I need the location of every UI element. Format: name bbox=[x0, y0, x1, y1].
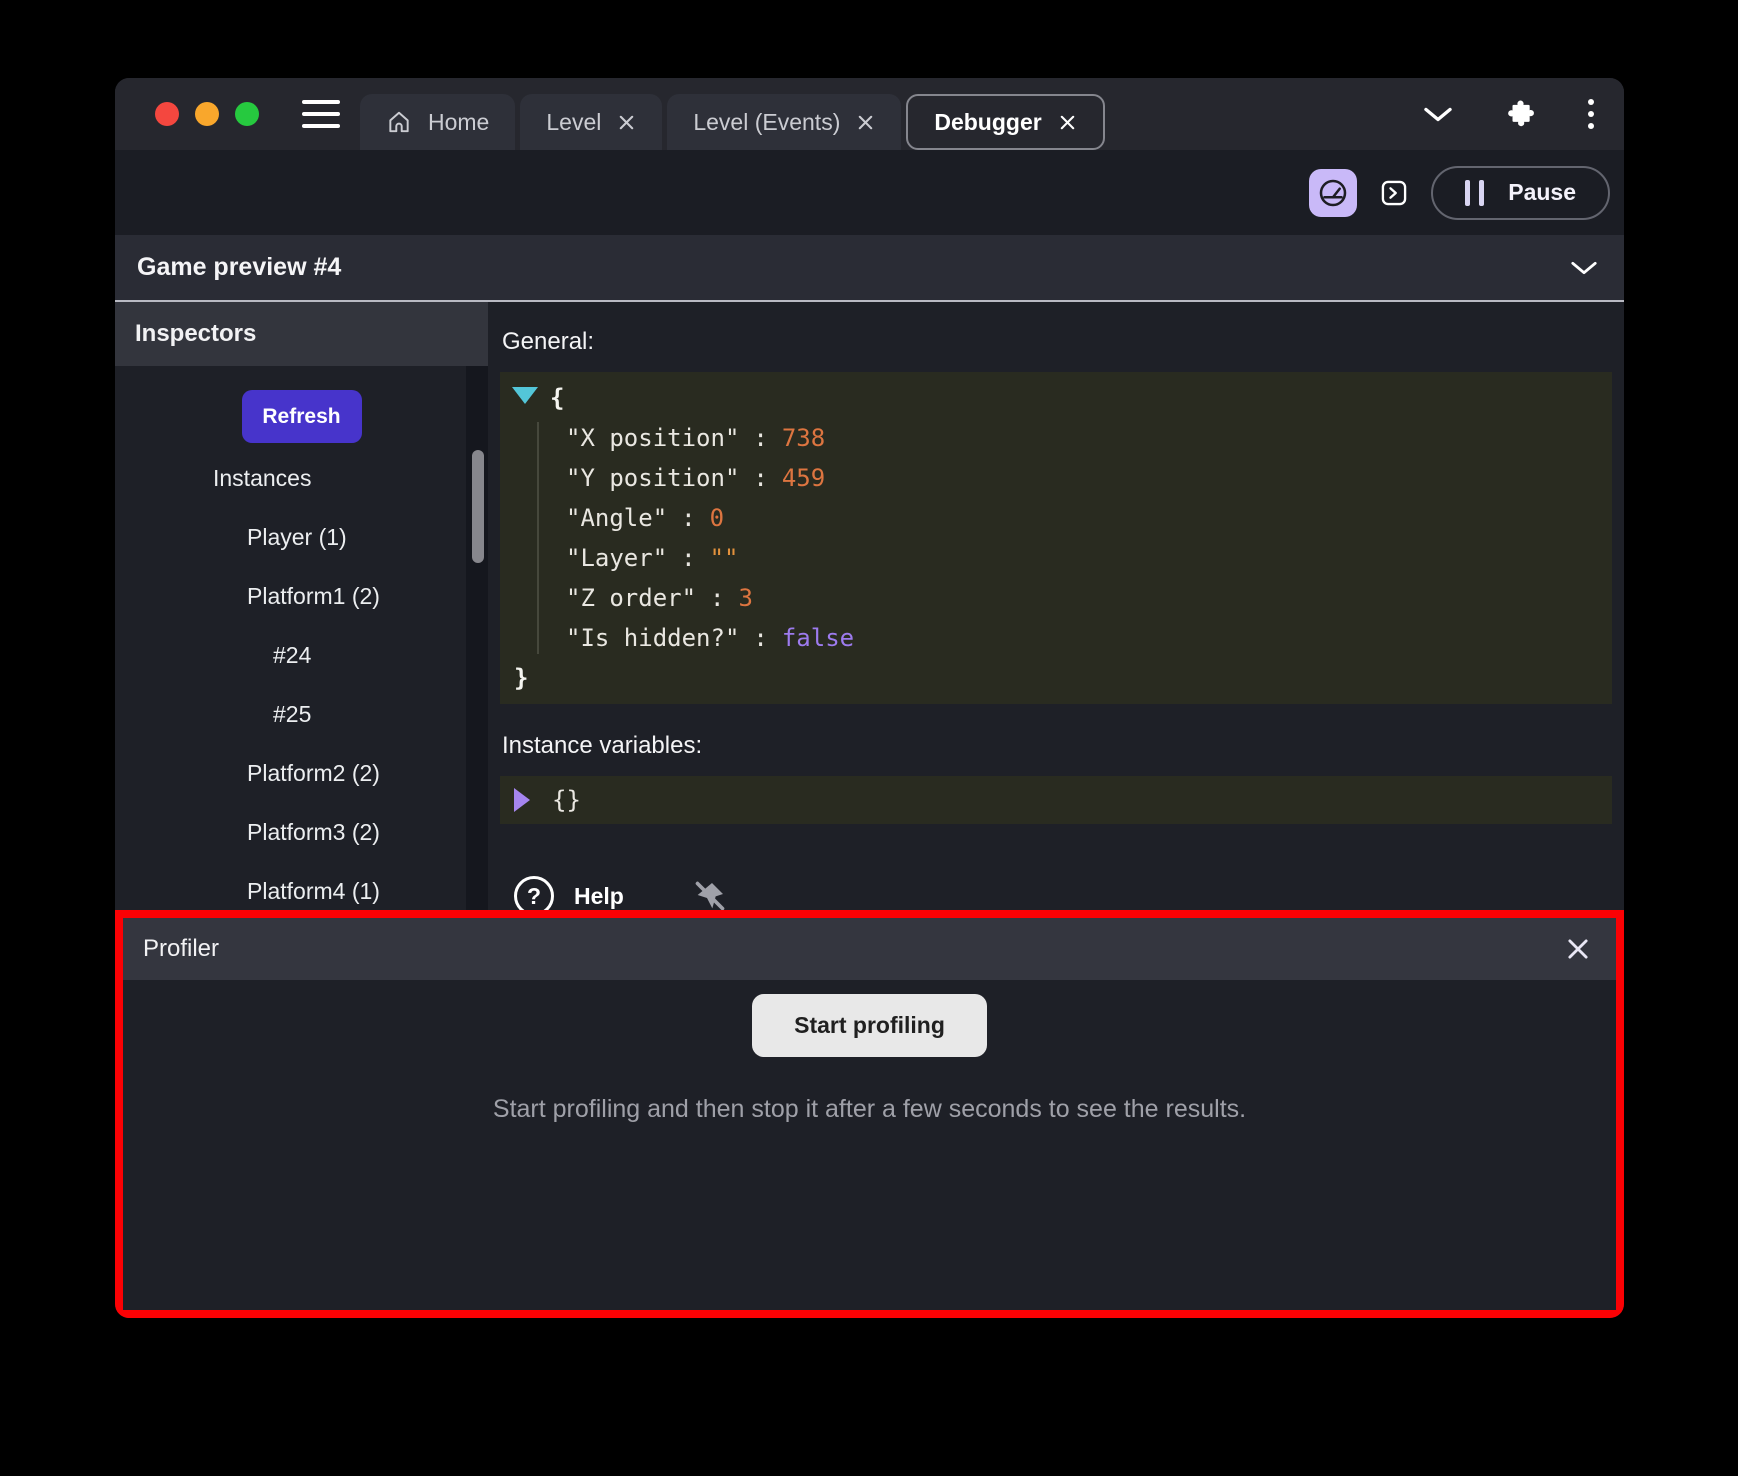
main-menu-icon[interactable] bbox=[302, 100, 340, 128]
scrollbar-thumb[interactable] bbox=[472, 450, 484, 563]
collapse-toggle-icon[interactable] bbox=[512, 387, 538, 404]
profiler-title: Profiler bbox=[143, 935, 219, 963]
app-window: Home Level Level (Events) Debugger bbox=[115, 78, 1624, 1318]
profiler-body: Start profiling Start profiling and then… bbox=[123, 980, 1616, 1124]
open-brace: { bbox=[550, 384, 564, 412]
close-icon bbox=[1564, 935, 1592, 963]
tab-debugger[interactable]: Debugger bbox=[906, 94, 1104, 150]
tab-label: Debugger bbox=[934, 109, 1041, 136]
zoom-window-button[interactable] bbox=[235, 102, 259, 126]
expand-toggle-icon[interactable] bbox=[514, 788, 530, 812]
kebab-menu-icon bbox=[1588, 99, 1594, 129]
close-icon[interactable] bbox=[1058, 113, 1077, 132]
json-entry-z-order: "Z order" : 3 bbox=[500, 578, 1612, 618]
gauge-icon bbox=[1317, 177, 1349, 209]
close-icon[interactable] bbox=[617, 113, 636, 132]
tab-level-events[interactable]: Level (Events) bbox=[667, 94, 901, 150]
profiler-toggle-button[interactable] bbox=[1309, 169, 1357, 217]
json-entry-x-position: "X position" : 738 bbox=[500, 418, 1612, 458]
tab-label: Level (Events) bbox=[693, 109, 840, 136]
chevron-down-icon bbox=[1570, 260, 1598, 276]
titlebar: Home Level Level (Events) Debugger bbox=[115, 78, 1624, 150]
close-brace: } bbox=[514, 664, 528, 692]
profiler-panel: Profiler Start profiling Start profiling… bbox=[115, 910, 1624, 1318]
json-root-row: { bbox=[500, 378, 1612, 418]
desktop-background: Home Level Level (Events) Debugger bbox=[0, 0, 1738, 1476]
tree-item-label: Platform3 (2) bbox=[247, 819, 380, 846]
inspectors-header: Inspectors bbox=[115, 302, 488, 366]
tab-level[interactable]: Level bbox=[520, 94, 662, 150]
json-entry-layer: "Layer" : "" bbox=[500, 538, 1612, 578]
home-icon bbox=[386, 109, 412, 135]
json-entry-y-position: "Y position" : 459 bbox=[500, 458, 1612, 498]
more-menu-button[interactable] bbox=[1588, 99, 1594, 129]
pause-icon bbox=[1465, 180, 1484, 206]
puzzle-icon bbox=[1505, 99, 1536, 130]
json-entry-angle: "Angle" : 0 bbox=[500, 498, 1612, 538]
tree-item-label: Platform2 (2) bbox=[247, 760, 380, 787]
tree-item-player[interactable]: Player (1) bbox=[115, 508, 488, 567]
tree-item-label: #25 bbox=[273, 701, 311, 728]
tree-item-label: Platform4 (1) bbox=[247, 878, 380, 905]
general-json-view: { "X position" : 738 "Y position" : 459 bbox=[500, 372, 1612, 704]
json-entries: "X position" : 738 "Y position" : 459 "A… bbox=[500, 418, 1612, 658]
tree-guide-line bbox=[537, 422, 539, 654]
tree-item-instances[interactable]: Instances bbox=[115, 449, 488, 508]
game-preview-selector[interactable]: Game preview #4 bbox=[115, 235, 1624, 302]
json-close-row: } bbox=[500, 658, 1612, 698]
profiler-header: Profiler bbox=[123, 918, 1616, 980]
chevron-down-icon bbox=[1423, 106, 1453, 123]
tab-overflow-button[interactable] bbox=[1423, 106, 1453, 123]
profiler-description: Start profiling and then stop it after a… bbox=[123, 1095, 1616, 1124]
tab-bar: Home Level Level (Events) Debugger bbox=[360, 94, 1105, 150]
game-preview-title: Game preview #4 bbox=[137, 253, 341, 282]
tree-item-platform1[interactable]: Platform1 (2) bbox=[115, 567, 488, 626]
tab-label: Level bbox=[546, 109, 601, 136]
tab-home[interactable]: Home bbox=[360, 94, 515, 150]
tree-item-label: Instances bbox=[213, 465, 311, 492]
titlebar-actions bbox=[1423, 78, 1594, 150]
close-window-button[interactable] bbox=[155, 102, 179, 126]
inspectors-title: Inspectors bbox=[135, 320, 256, 348]
empty-object: {} bbox=[552, 786, 581, 814]
debugger-toolbar: Pause bbox=[115, 150, 1624, 235]
console-icon bbox=[1380, 179, 1408, 207]
help-label: Help bbox=[574, 883, 624, 910]
tree-item-label: #24 bbox=[273, 642, 311, 669]
pause-button[interactable]: Pause bbox=[1431, 166, 1610, 220]
window-controls bbox=[155, 102, 259, 126]
tree-item-label: Player (1) bbox=[247, 524, 347, 551]
refresh-button[interactable]: Refresh bbox=[242, 390, 362, 443]
instance-variables-heading: Instance variables: bbox=[502, 732, 1612, 760]
tree-item-platform2[interactable]: Platform2 (2) bbox=[115, 744, 488, 803]
pause-label: Pause bbox=[1508, 179, 1576, 206]
extensions-button[interactable] bbox=[1505, 99, 1536, 130]
general-heading: General: bbox=[502, 328, 1612, 356]
minimize-window-button[interactable] bbox=[195, 102, 219, 126]
json-entry-is-hidden: "Is hidden?" : false bbox=[500, 618, 1612, 658]
close-icon[interactable] bbox=[856, 113, 875, 132]
console-button[interactable] bbox=[1373, 172, 1415, 214]
instance-variables-json-view: {} bbox=[500, 776, 1612, 824]
tree-item-instance-24[interactable]: #24 bbox=[115, 626, 488, 685]
tree-item-instance-25[interactable]: #25 bbox=[115, 685, 488, 744]
start-profiling-button[interactable]: Start profiling bbox=[752, 994, 987, 1057]
close-profiler-button[interactable] bbox=[1564, 935, 1592, 963]
tab-label: Home bbox=[428, 109, 489, 136]
tree-item-label: Platform1 (2) bbox=[247, 583, 380, 610]
tree-item-platform3[interactable]: Platform3 (2) bbox=[115, 803, 488, 862]
